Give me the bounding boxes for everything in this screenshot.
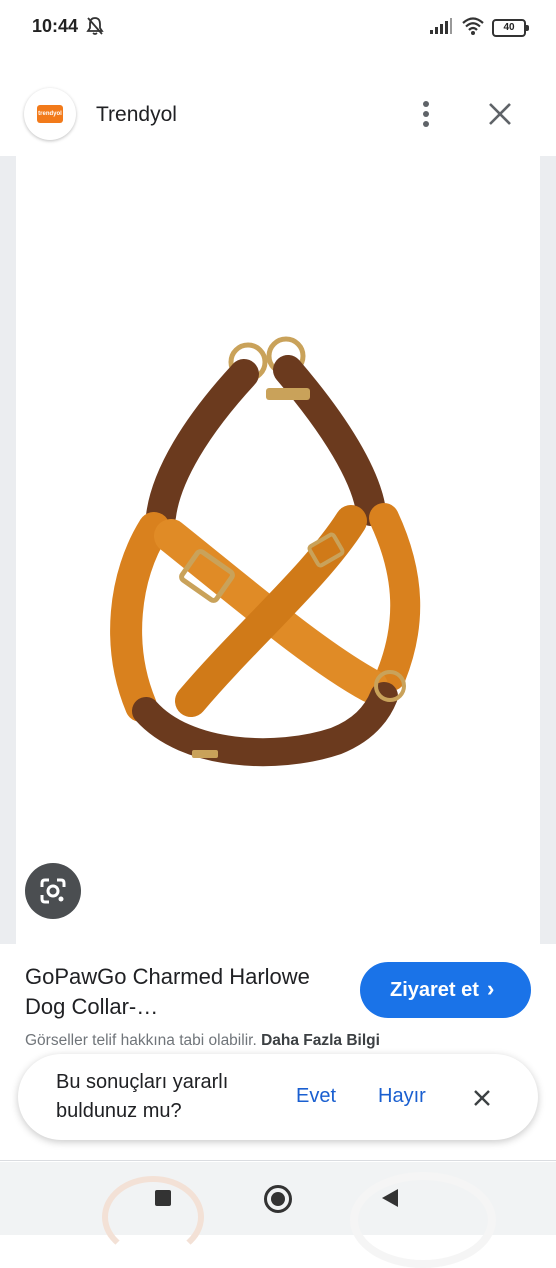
feedback-card: Bu sonuçları yararlı buldunuz mu? Evet H… xyxy=(18,1054,538,1140)
chevron-right-icon: › xyxy=(487,976,495,1001)
related-image-thumbnail[interactable] xyxy=(350,1172,496,1268)
more-vert-icon xyxy=(423,101,429,127)
feedback-no-button[interactable]: Hayır xyxy=(378,1085,426,1108)
close-icon xyxy=(474,1090,490,1106)
feedback-yes-button[interactable]: Evet xyxy=(296,1085,336,1108)
dog-harness-image xyxy=(110,336,421,767)
google-lens-button[interactable] xyxy=(25,863,81,919)
feedback-question: Bu sonuçları yararlı buldunuz mu? xyxy=(56,1071,229,1122)
wifi-icon xyxy=(461,16,485,41)
trendyol-logo-icon: trendyol xyxy=(37,105,63,123)
learn-more-link[interactable]: Daha Fazla Bilgi xyxy=(261,1032,380,1049)
site-header: trendyol Trendyol xyxy=(0,80,556,150)
copyright-notice: Görseller telif hakkına tabi olabilir. D… xyxy=(25,1032,380,1050)
related-image-thumbnail[interactable] xyxy=(102,1176,204,1258)
status-time: 10:44 xyxy=(32,16,79,36)
visit-button-label: Ziyaret et xyxy=(390,979,479,1001)
image-side-strip-left xyxy=(0,156,16,944)
site-logo[interactable]: trendyol xyxy=(24,88,76,140)
image-side-strip-right xyxy=(540,156,556,944)
copyright-text: Görseller telif hakkına tabi olabilir. xyxy=(25,1032,257,1049)
visit-button[interactable]: Ziyaret et › xyxy=(360,962,531,1018)
battery-icon: 40 xyxy=(492,19,529,37)
site-name[interactable]: Trendyol xyxy=(96,103,177,127)
back-icon[interactable] xyxy=(382,1189,398,1207)
bottom-divider xyxy=(0,1160,556,1161)
result-title[interactable]: GoPawGo Charmed Harlowe Dog Collar-… xyxy=(25,962,325,1022)
close-icon xyxy=(489,103,511,125)
more-options-button[interactable] xyxy=(412,96,440,132)
mute-icon xyxy=(86,16,104,41)
recents-icon[interactable] xyxy=(155,1190,171,1206)
signal-icon xyxy=(430,18,452,39)
product-image[interactable] xyxy=(16,156,540,944)
close-button[interactable] xyxy=(484,98,516,130)
home-icon[interactable] xyxy=(264,1185,292,1213)
google-lens-icon xyxy=(40,878,66,904)
feedback-close-button[interactable] xyxy=(470,1086,494,1110)
status-bar: 10:44 40 xyxy=(0,0,556,56)
